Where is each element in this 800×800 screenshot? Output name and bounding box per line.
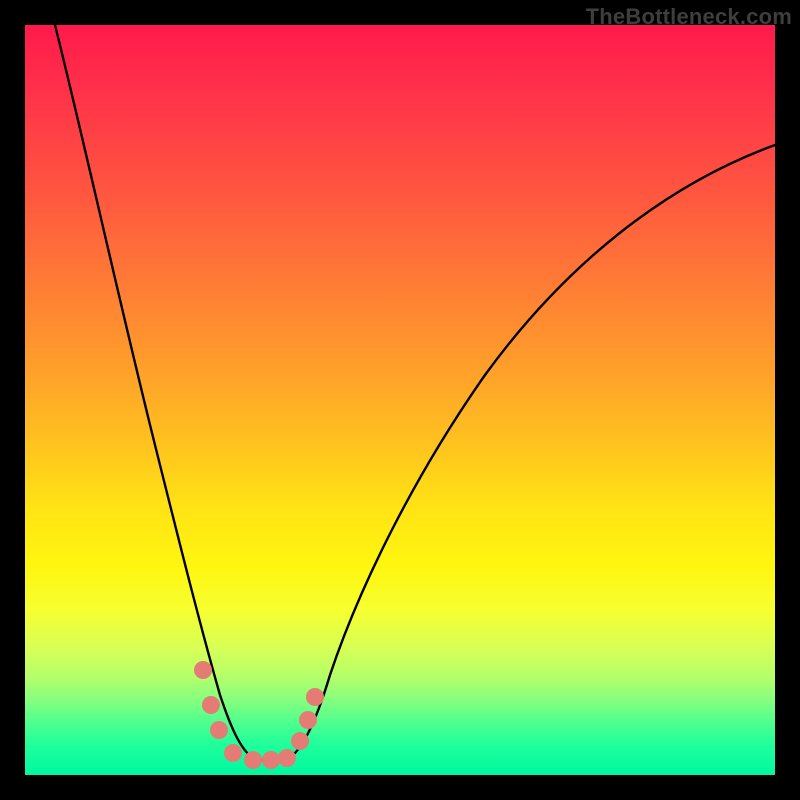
bead-marker (306, 688, 324, 706)
bead-marker (299, 711, 317, 729)
bead-marker (224, 744, 242, 762)
bead-marker (194, 661, 212, 679)
bead-marker (244, 751, 262, 769)
bead-marker (291, 732, 309, 750)
plot-outer-frame (25, 25, 775, 775)
bead-marker (262, 751, 280, 769)
bead-marker (210, 721, 228, 739)
right-curve (285, 145, 775, 760)
bead-marker (202, 696, 220, 714)
left-curve (55, 25, 285, 760)
chart-svg (25, 25, 775, 775)
chart-stage: TheBottleneck.com (0, 0, 800, 800)
watermark-text: TheBottleneck.com (586, 4, 792, 30)
bead-marker (278, 749, 296, 767)
